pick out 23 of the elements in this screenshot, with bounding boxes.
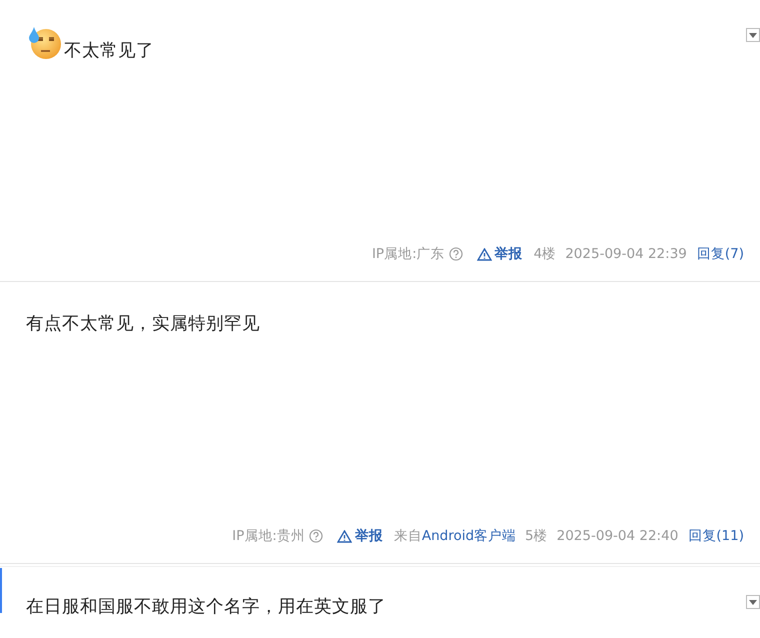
report-link[interactable]: 举报 — [476, 245, 523, 263]
post-text: 不太常见了 — [64, 41, 154, 61]
post-text: 在日服和国服不敢用这个名字，用在英文服了 — [26, 597, 386, 617]
client-link[interactable]: Android客户端 — [422, 527, 516, 545]
warning-icon — [336, 530, 352, 542]
reply-link[interactable]: 回复(7) — [696, 245, 744, 263]
dropdown-button[interactable] — [746, 595, 760, 609]
caret-icon — [749, 32, 757, 38]
help-icon[interactable] — [308, 529, 323, 543]
post-time: 2025-09-04 22:39 — [565, 246, 687, 262]
report-link[interactable]: 举报 — [336, 527, 383, 545]
caret-icon — [749, 600, 757, 604]
post-time: 2025-09-04 22:40 — [556, 528, 678, 544]
post-text: 有点不太常见，实属特别罕见 — [26, 314, 260, 334]
ip-location: IP属地:贵州 — [232, 527, 305, 545]
ip-location: IP属地:广东 — [372, 245, 445, 263]
floor-number: 4楼 — [534, 245, 556, 263]
dropdown-button[interactable] — [746, 28, 760, 42]
reply-link[interactable]: 回复(11) — [688, 527, 744, 545]
help-icon[interactable] — [448, 247, 463, 261]
source-label: 来自 — [394, 527, 422, 545]
floor-number: 5楼 — [525, 527, 548, 545]
warning-icon — [476, 248, 492, 260]
